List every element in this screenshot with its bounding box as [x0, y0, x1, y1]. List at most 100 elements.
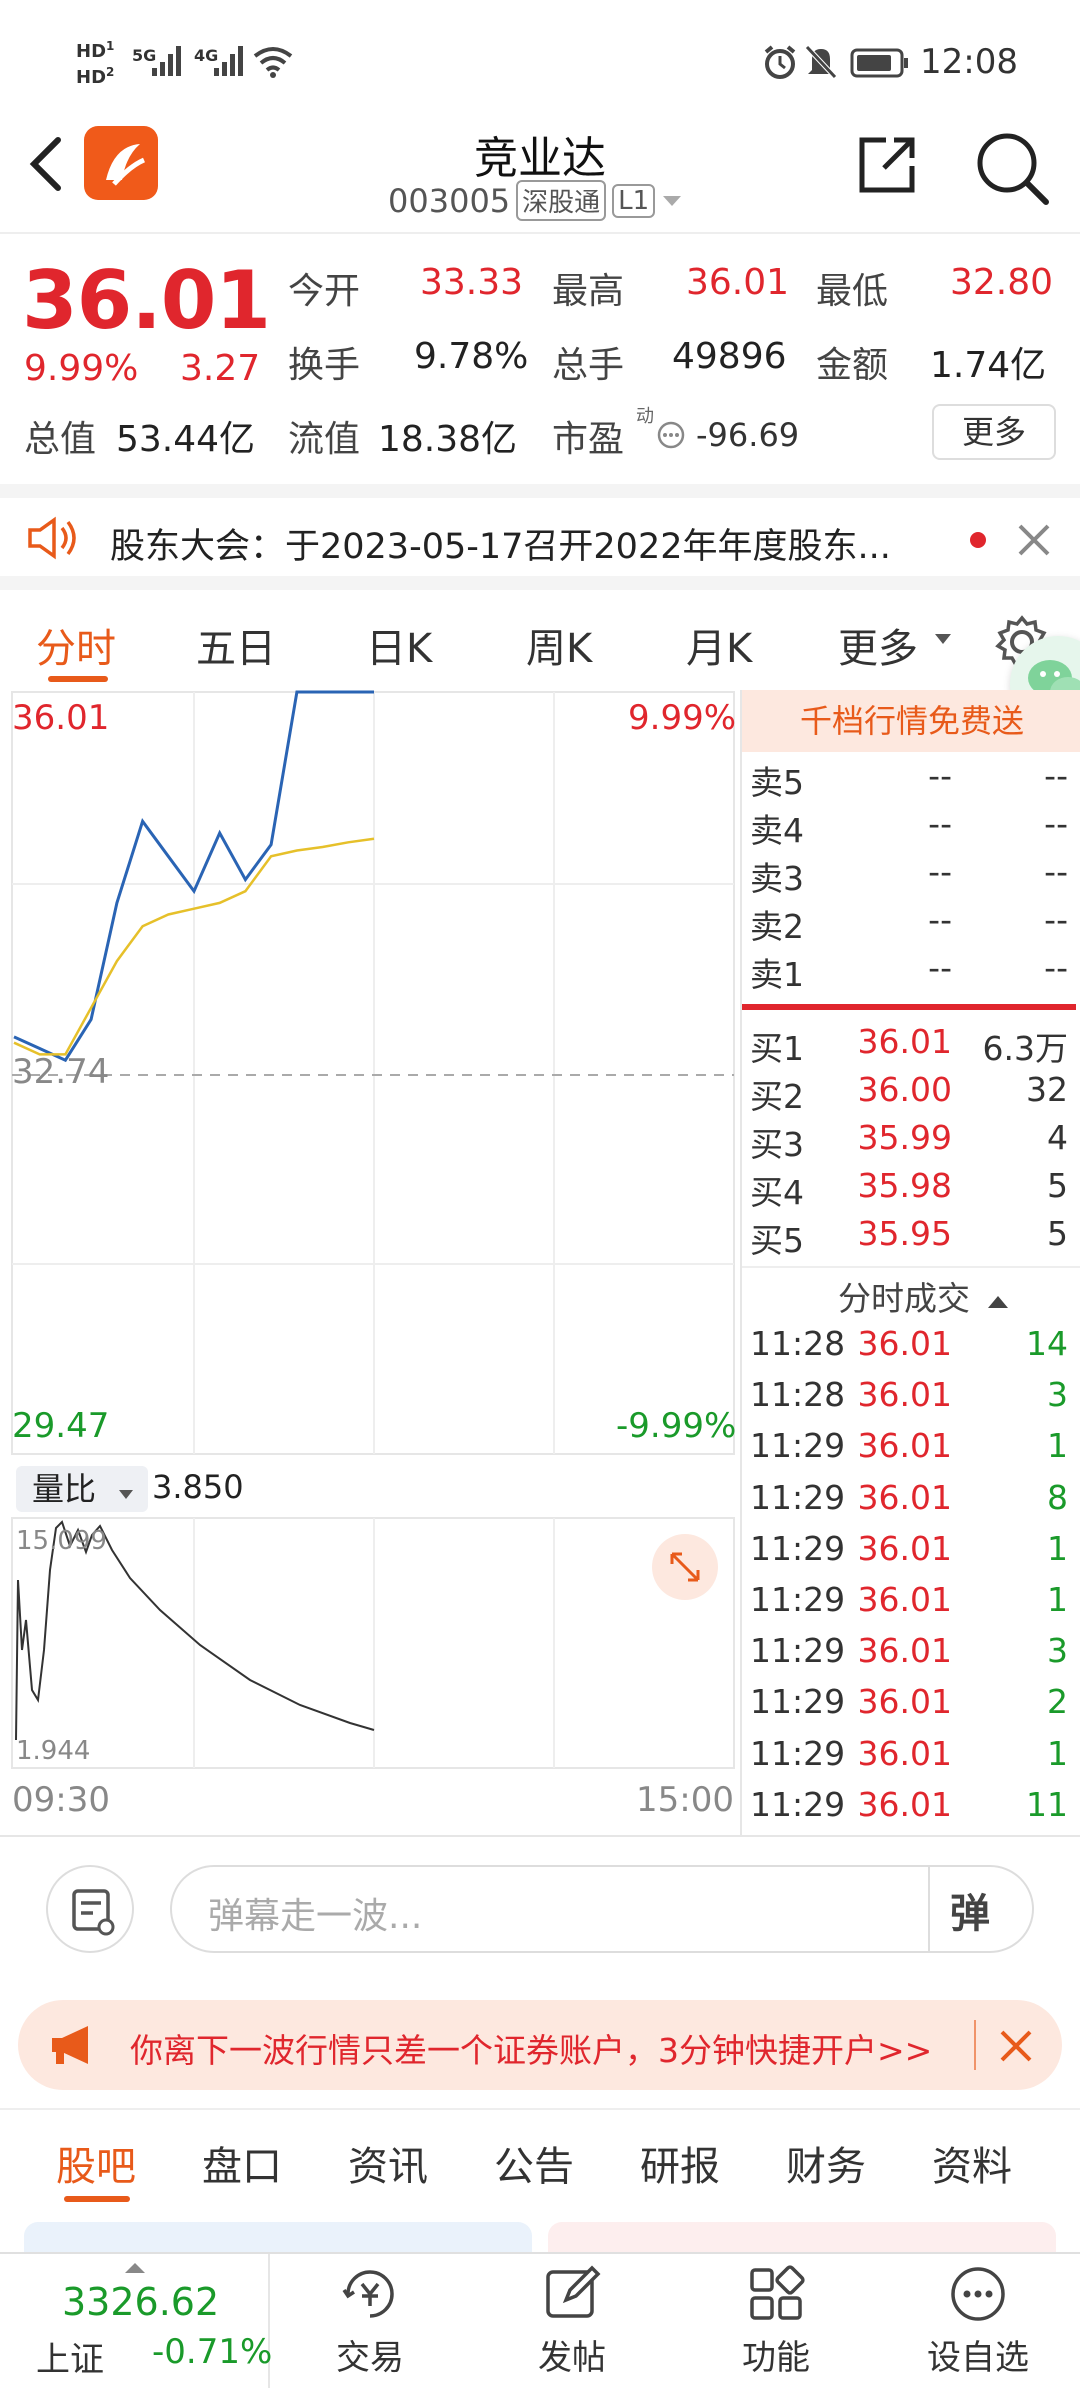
mcap-value: 53.44亿 — [116, 419, 256, 460]
notice-bar[interactable]: 股东大会：于2023-05-17召开2022年年度股东... — [0, 484, 1080, 590]
volume-label: 总手 — [552, 345, 625, 386]
float-label: 流值 — [288, 419, 361, 460]
functions-button[interactable]: 功能 — [716, 2262, 836, 2386]
close-icon[interactable] — [996, 2026, 1036, 2066]
ad-text: 你离下一波行情只差一个证券账户，3分钟快捷开户>> — [130, 2031, 933, 2070]
functions-label: 功能 — [742, 2338, 810, 2378]
chart-canvas — [11, 690, 735, 1769]
add-watchlist-label: 设自选 — [927, 2338, 1029, 2378]
trade-row-volume: 14 — [1026, 1324, 1068, 1363]
edit-icon — [546, 2265, 601, 2318]
trade-row-label: 11:28 — [750, 1324, 846, 1363]
trades-title-label: 分时成交 — [838, 1279, 970, 1318]
trade-row-volume: 1 — [1047, 1733, 1068, 1773]
danmu-send-button[interactable]: 弹 — [950, 1881, 990, 1939]
ask-row-volume: -- — [1044, 900, 1068, 939]
trade-button[interactable]: 交易 — [310, 2262, 430, 2386]
pe-label: 市盈 — [552, 419, 625, 460]
search-icon[interactable] — [974, 130, 1050, 206]
divider — [974, 2020, 976, 2070]
post-button[interactable]: 发帖 — [512, 2262, 632, 2386]
high-value: 36.01 — [686, 262, 790, 303]
trade-row-price: 36.01 — [857, 1784, 952, 1824]
tab-handicap[interactable]: 盘口 — [202, 2134, 282, 2192]
account-ad-banner[interactable]: 你离下一波行情只差一个证券账户，3分钟快捷开户>> — [18, 2000, 1062, 2090]
ask-row-label: 卖2 — [750, 907, 804, 946]
float-value: 18.38亿 — [378, 419, 518, 460]
dropdown-icon[interactable] — [661, 193, 683, 209]
tab-research[interactable]: 研报 — [640, 2134, 720, 2192]
tab-daily-k[interactable]: 日K — [366, 616, 432, 674]
bid-row-price: 35.99 — [857, 1118, 952, 1157]
open-label: 今开 — [288, 271, 361, 312]
low-label: 最低 — [816, 271, 889, 312]
bottom-pct-label: -9.99% — [616, 1406, 737, 1446]
close-icon[interactable] — [1016, 522, 1052, 558]
hd2-label: HD — [76, 67, 107, 88]
tab-five-day[interactable]: 五日 — [196, 616, 276, 674]
tab-forum[interactable]: 股吧 — [56, 2134, 136, 2192]
pe-value: -96.69 — [696, 416, 800, 454]
trade-row: 11:29 36.01 1 — [742, 1734, 1080, 1782]
trades-title[interactable]: 分时成交 — [838, 1272, 1009, 1320]
tab-profile[interactable]: 资料 — [932, 2134, 1012, 2192]
index-ticker[interactable]: 3326.62 上证 -0.71% — [0, 2254, 272, 2388]
ask-row-volume: -- — [1044, 804, 1068, 843]
trade-row: 11:29 36.01 1 — [742, 1529, 1080, 1577]
signal-icon — [214, 46, 243, 76]
trade-row-price: 36.01 — [857, 1426, 952, 1466]
mcap-label: 总值 — [24, 419, 97, 460]
trade-row-volume: 1 — [1047, 1426, 1068, 1466]
trade-row-label: 11:29 — [750, 1682, 846, 1722]
trade-row-label: 11:29 — [750, 1477, 846, 1517]
trade-row-volume: 1 — [1047, 1580, 1068, 1619]
add-watchlist-button[interactable]: 设自选 — [908, 2262, 1048, 2386]
ask-row: 卖1 -- -- — [742, 948, 1080, 996]
trade-icon — [342, 2270, 394, 2318]
trade-row-label: 11:29 — [750, 1733, 846, 1773]
tab-news[interactable]: 资讯 — [348, 2134, 428, 2192]
trade-row-volume: 3 — [1047, 1375, 1068, 1415]
top-price-label: 36.01 — [12, 698, 110, 738]
tab-more[interactable]: 更多 — [838, 616, 918, 674]
tab-intraday[interactable]: 分时 — [36, 616, 116, 674]
trade-row: 11:29 36.01 1 — [742, 1426, 1080, 1474]
bid-row-label: 买2 — [750, 1077, 804, 1116]
share-icon[interactable] — [856, 134, 918, 196]
status-bar: HD1 HD2 5G 4G 12:08 — [0, 0, 1080, 120]
ask-row-label: 卖4 — [750, 811, 804, 850]
mute-icon — [805, 45, 837, 79]
time-end-label: 15:00 — [636, 1780, 734, 1820]
bid-row-label: 买3 — [750, 1125, 804, 1164]
battery-icon — [850, 48, 908, 78]
dropdown-icon — [119, 1490, 134, 1499]
tab-announcements[interactable]: 公告 — [494, 2134, 574, 2192]
tab-finance[interactable]: 财务 — [786, 2134, 866, 2192]
trade-row-label: 11:29 — [750, 1784, 846, 1824]
content-tabs: 股吧 盘口 资讯 公告 研报 财务 资料 — [0, 2108, 1080, 2214]
mid-price-label: 32.74 — [12, 1052, 110, 1092]
back-icon[interactable] — [24, 134, 68, 194]
bid-row: 买1 36.01 6.3万 — [742, 1022, 1080, 1070]
ask-row: 卖3 -- -- — [742, 852, 1080, 900]
ask-row-price: -- — [928, 852, 952, 891]
trade-row-label: 11:29 — [750, 1426, 846, 1466]
danmu-toggle-button[interactable] — [46, 1865, 134, 1953]
more-button[interactable]: 更多 — [932, 404, 1056, 460]
info-dots-icon[interactable] — [656, 420, 686, 450]
trade-row-volume: 11 — [1026, 1784, 1068, 1824]
book-banner[interactable]: 千档行情免费送 — [742, 690, 1080, 752]
intraday-chart[interactable]: 36.01 9.99% 32.74 29.47 -9.99% 量比 3.850 … — [0, 690, 740, 1835]
expand-button[interactable] — [652, 1534, 718, 1600]
tab-monthly-k[interactable]: 月K — [686, 616, 752, 674]
ask-row-label: 卖5 — [750, 763, 804, 802]
chart-tabs: 分时 五日 日K 周K 月K 更多 — [0, 590, 1080, 690]
tab-weekly-k[interactable]: 周K — [526, 616, 592, 674]
post-card-preview — [548, 2222, 1056, 2252]
indicator-select[interactable]: 量比 — [16, 1466, 148, 1512]
ask-row-volume: -- — [1044, 756, 1068, 795]
danmu-input[interactable]: 弹幕走一波... — [170, 1865, 1034, 1953]
danmu-settings-icon — [72, 1889, 115, 1936]
trade-row-label: 11:29 — [750, 1528, 846, 1568]
trade-row-price: 36.01 — [857, 1631, 952, 1671]
